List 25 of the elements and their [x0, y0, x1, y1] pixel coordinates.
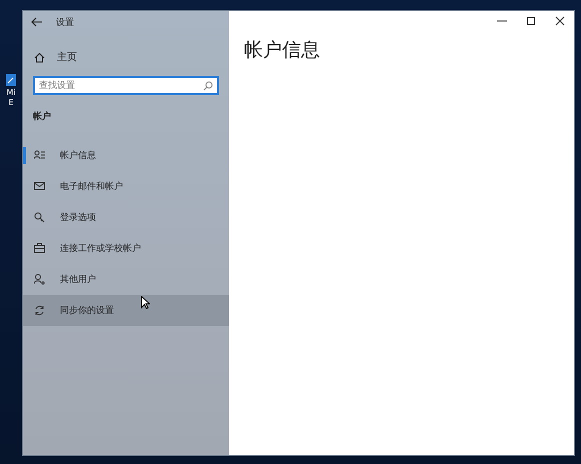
shortcut-icon — [6, 74, 16, 86]
mail-icon — [34, 181, 45, 192]
person-add-icon — [34, 274, 45, 285]
desktop-icon-label: Mi E — [6, 88, 16, 108]
close-icon — [554, 16, 564, 26]
nav-item[interactable]: 帐户信息 — [23, 140, 229, 171]
magnifier-icon — [34, 212, 45, 223]
nav-item[interactable]: 同步你的设置 — [23, 295, 229, 326]
nav-item[interactable]: 其他用户 — [23, 264, 229, 295]
page-heading: 帐户信息 — [244, 38, 320, 63]
nav-item[interactable]: 连接工作或学校帐户 — [23, 233, 229, 264]
nav-item[interactable]: 登录选项 — [23, 202, 229, 233]
person-list-icon — [34, 150, 45, 161]
window-title: 设置 — [56, 16, 74, 28]
sync-icon — [34, 305, 45, 316]
search-field[interactable]: 查找设置 — [33, 76, 219, 95]
cursor-icon — [141, 296, 150, 309]
section-heading: 帐户 — [33, 110, 51, 123]
briefcase-icon — [34, 243, 45, 254]
home-icon — [34, 52, 45, 62]
back-arrow-icon — [31, 17, 43, 27]
nav-item[interactable]: 电子邮件和帐户 — [23, 171, 229, 202]
maximize-icon — [526, 16, 536, 26]
search-icon — [203, 81, 213, 91]
home-link[interactable]: 主页 — [34, 47, 81, 67]
